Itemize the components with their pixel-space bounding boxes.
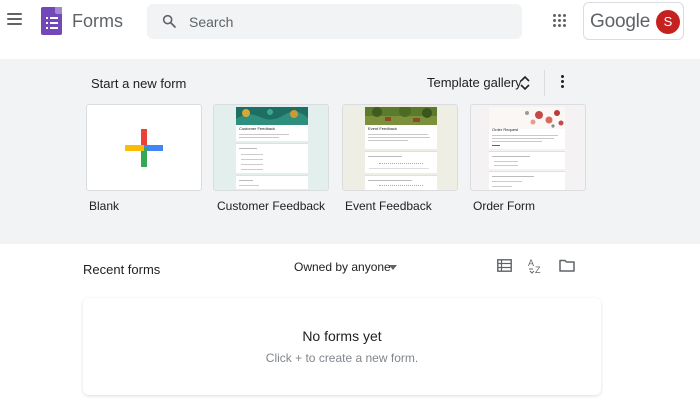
owner-filter-dropdown[interactable]: Owned by anyone [294,260,391,274]
search-input[interactable] [189,12,509,32]
section-title: Start a new form [91,76,187,91]
divider [544,70,545,96]
start-new-form-section: Start a new form Template gallery Blank … [0,59,700,244]
plus-icon [125,129,163,167]
sort-az-icon[interactable]: A Z [528,257,544,274]
question-card [365,175,437,190]
template-label[interactable]: Event Feedback [345,199,432,213]
google-wordmark: Google [590,11,651,32]
dropdown-arrow-icon[interactable] [389,265,397,270]
template-customer-feedback[interactable]: Customer Feedback [213,104,329,191]
avatar[interactable]: S [656,10,680,34]
header-image [489,107,565,129]
template-blank[interactable] [86,104,202,191]
template-label[interactable]: Order Form [473,199,535,213]
app-title[interactable]: Forms [72,11,123,32]
header-image [365,107,437,125]
preview-title: Order Request [492,127,519,132]
form-preview: Order Request [489,107,565,149]
question-card [365,151,437,173]
header-image [236,107,308,125]
question-card [236,175,308,189]
empty-state-title: No forms yet [302,328,382,344]
question-card [489,151,565,169]
preview-title: Customer Feedback [239,126,276,131]
template-gallery-button[interactable]: Template gallery [427,75,522,90]
list-view-icon[interactable] [497,259,512,272]
account-button[interactable]: Google S [583,2,684,40]
template-order-form[interactable]: Order Request [470,104,586,191]
folder-icon[interactable] [559,259,575,272]
main-menu-icon[interactable] [7,13,23,27]
template-label[interactable]: Blank [89,199,119,213]
google-apps-icon[interactable] [553,14,567,28]
more-vert-icon[interactable] [559,75,565,91]
top-app-bar: Forms Google S [0,0,700,44]
search-icon[interactable] [161,13,177,29]
forms-logo-icon[interactable] [41,7,62,35]
search-bar[interactable] [147,4,522,39]
template-event-feedback[interactable]: Event Feedback [342,104,458,191]
svg-text:Z: Z [535,265,541,274]
form-preview: Customer Feedback [236,107,308,141]
empty-state-subtitle: Click + to create a new form. [265,351,419,365]
empty-state-card: No forms yet Click + to create a new for… [83,298,601,395]
question-card [489,171,565,190]
recent-forms-title: Recent forms [83,262,161,277]
template-label[interactable]: Customer Feedback [217,199,325,213]
form-preview: Event Feedback [365,107,437,149]
svg-text:A: A [528,258,534,268]
preview-title: Event Feedback [368,126,397,131]
unfold-icon[interactable] [519,75,531,91]
question-card [236,143,308,173]
